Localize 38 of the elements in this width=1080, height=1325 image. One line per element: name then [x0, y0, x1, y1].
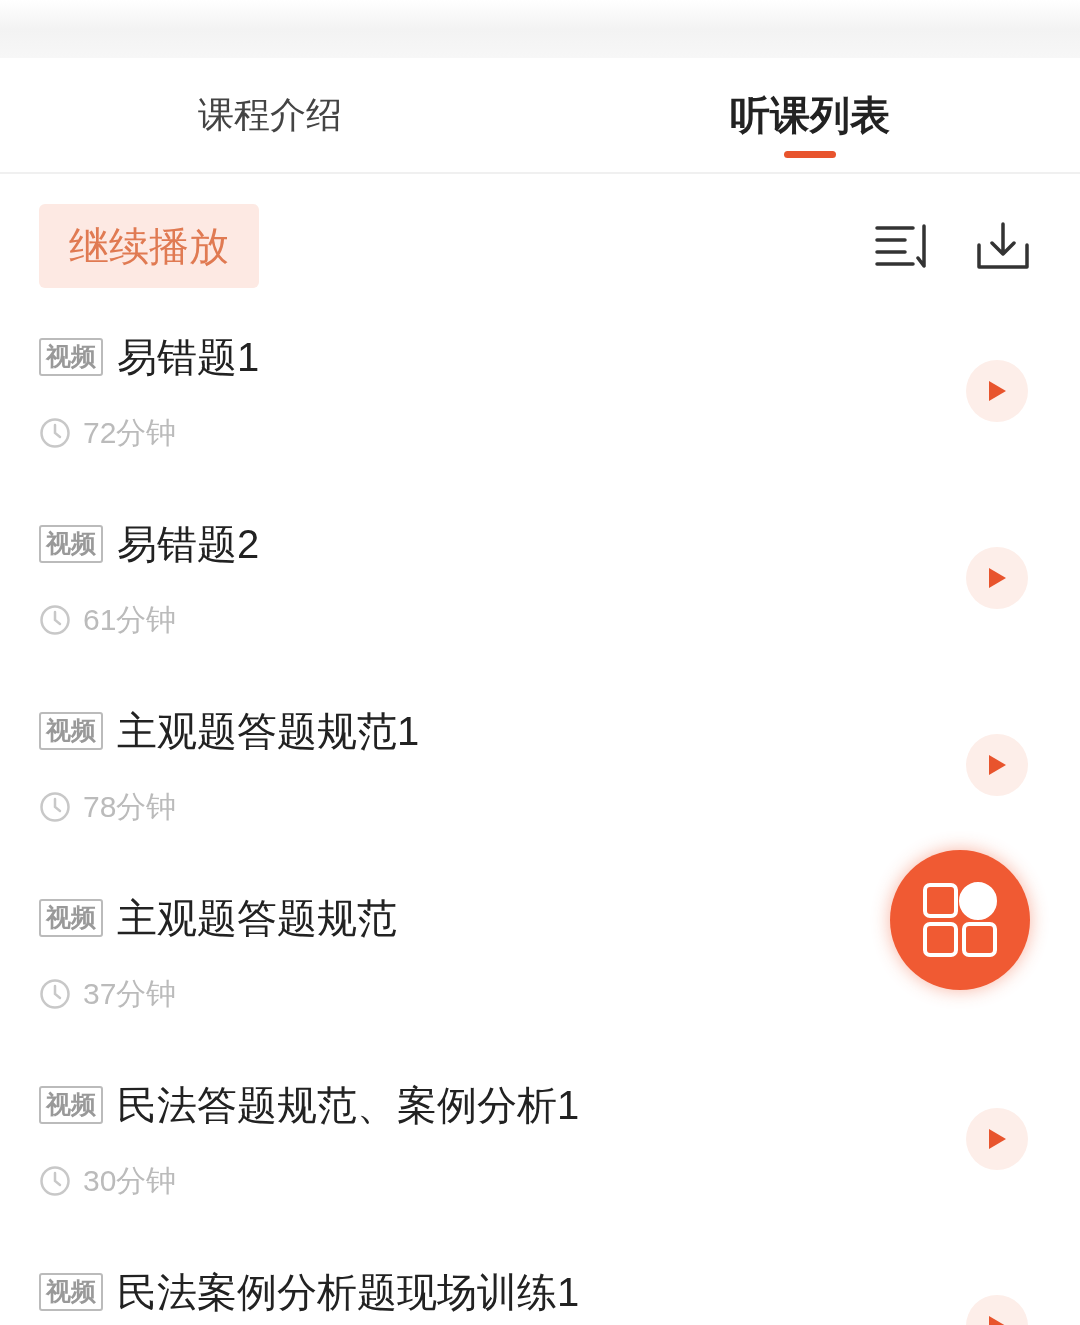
grid-icon	[922, 882, 998, 958]
play-icon	[987, 567, 1007, 589]
clock-icon	[39, 603, 71, 636]
floating-menu-button[interactable]	[890, 850, 1030, 990]
lesson-title: 易错题1	[117, 334, 260, 381]
video-tag: 视频	[39, 712, 103, 750]
lesson-title: 易错题2	[117, 521, 260, 568]
video-tag: 视频	[39, 525, 103, 563]
video-tag: 视频	[39, 899, 103, 937]
lesson-title: 主观题答题规范1	[117, 708, 420, 755]
lesson-title: 民法案例分析题现场训练1	[117, 1269, 580, 1316]
lesson-duration: 37分钟	[83, 976, 177, 1012]
lesson-row[interactable]: 视频 民法答题规范、案例分析1 30分钟	[0, 1046, 1080, 1233]
clock-icon	[39, 790, 71, 823]
video-tag: 视频	[39, 1086, 103, 1124]
active-tab-indicator	[784, 151, 836, 158]
lesson-row[interactable]: 视频 易错题2 61分钟	[0, 485, 1080, 672]
play-icon	[987, 754, 1007, 776]
lesson-duration: 72分钟	[83, 415, 177, 451]
play-icon	[987, 380, 1007, 402]
lesson-row[interactable]: 视频 主观题答题规范1 78分钟	[0, 672, 1080, 859]
clock-icon	[39, 977, 71, 1010]
lesson-duration: 61分钟	[83, 602, 177, 638]
clock-icon	[39, 1164, 71, 1197]
tab[interactable]: 听课列表	[540, 58, 1080, 172]
lesson-row[interactable]: 视频 易错题1 72分钟	[0, 298, 1080, 485]
download-icon[interactable]	[976, 221, 1030, 271]
play-icon	[987, 1128, 1007, 1150]
lesson-row[interactable]: 视频 民法案例分析题现场训练1	[0, 1233, 1080, 1325]
video-tag: 视频	[39, 1273, 103, 1311]
tab[interactable]: 课程介绍	[0, 58, 540, 172]
lesson-title: 民法答题规范、案例分析1	[117, 1082, 580, 1129]
clock-icon	[39, 416, 71, 449]
lesson-title: 主观题答题规范	[117, 895, 397, 942]
lesson-row[interactable]: 视频 主观题答题规范 37分钟	[0, 859, 1080, 1046]
video-tag: 视频	[39, 338, 103, 376]
lesson-duration: 78分钟	[83, 789, 177, 825]
lesson-duration: 30分钟	[83, 1163, 177, 1199]
